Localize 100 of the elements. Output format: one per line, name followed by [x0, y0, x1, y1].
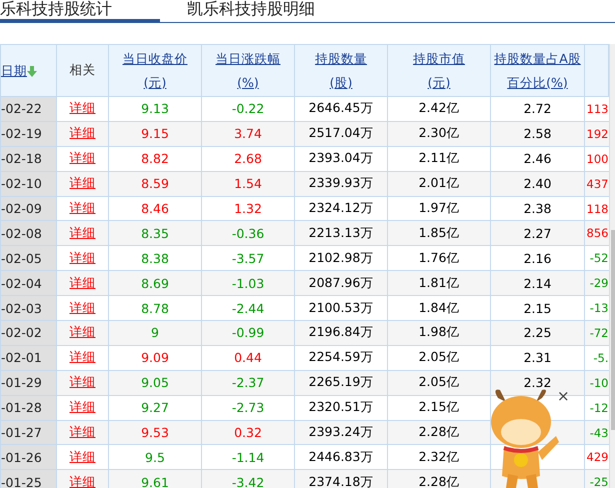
- shares-cell: 2254.59万: [308, 349, 374, 364]
- change-cell: 2.68: [234, 151, 262, 166]
- date-cell: -02-10: [2, 176, 42, 192]
- shares-cell: 2517.04万: [308, 125, 374, 140]
- price-cell: 9.5: [145, 450, 165, 465]
- percent-cell: 2.72: [524, 101, 552, 116]
- market-value-cell: 2.30亿: [418, 125, 460, 140]
- date-cell: -02-04: [2, 276, 42, 291]
- change-cell: 1.32: [234, 201, 262, 216]
- tab[interactable]: 乐科技持股统计: [0, 0, 160, 22]
- price-cell: 9.61: [141, 474, 169, 488]
- table-cell: -29: [590, 276, 608, 290]
- price-cell: 8.38: [141, 250, 169, 266]
- date-cell: -01-29: [2, 375, 42, 390]
- market-value-cell: 1.84亿: [418, 300, 460, 315]
- price-cell: 8.35: [141, 226, 169, 241]
- price-cell: 8.69: [141, 276, 169, 291]
- percent-cell: 2.14: [524, 276, 552, 291]
- shares-cell: 2393.04万: [308, 150, 374, 166]
- change-cell: -0.99: [232, 325, 264, 340]
- tab[interactable]: 凯乐科技持股明细: [187, 0, 315, 22]
- shares-cell: 2339.93万: [308, 175, 374, 190]
- date-cell: -02-08: [2, 226, 42, 241]
- percent-cell: 2.15: [524, 300, 552, 316]
- shares-cell: 2087.96万: [308, 274, 374, 290]
- price-cell: 9.15: [141, 126, 169, 142]
- shares-cell: 2374.18万: [308, 474, 374, 488]
- percent-cell: 2.58: [524, 126, 552, 142]
- shares-cell: 2102.98万: [308, 250, 374, 265]
- shares-cell: 2446.83万: [308, 448, 374, 464]
- change-cell: 0.32: [234, 425, 262, 440]
- percent-cell: 2.25: [524, 325, 552, 340]
- percent-cell: 2.16: [524, 250, 552, 266]
- shares-cell: 2646.45万: [308, 100, 374, 116]
- date-cell: -01-28: [2, 400, 42, 416]
- market-value-cell: 2.01亿: [418, 175, 460, 190]
- market-value-cell: 2.11亿: [418, 150, 460, 166]
- market-value-cell: 1.76亿: [418, 250, 460, 265]
- market-value-cell: 1.81亿: [418, 274, 460, 290]
- price-cell: 9: [151, 325, 159, 340]
- price-cell: 9.13: [141, 101, 169, 116]
- table-cell: 100: [586, 152, 608, 166]
- table-cell: 437: [586, 176, 608, 191]
- change-cell: 0.44: [234, 350, 262, 366]
- price-cell: 8.78: [141, 300, 169, 316]
- percent-cell: 2.27: [524, 226, 552, 241]
- date-cell: -02-18: [2, 151, 42, 166]
- price-cell: 8.82: [141, 151, 169, 166]
- shares-cell: 2393.24万: [308, 424, 374, 440]
- change-cell: 3.74: [234, 126, 262, 142]
- change-cell: -1.03: [232, 276, 264, 291]
- price-cell: 8.46: [141, 201, 169, 216]
- date-cell: -02-03: [2, 300, 42, 316]
- shares-cell: 2213.13万: [308, 224, 374, 240]
- shares-cell: 2100.53万: [308, 300, 374, 315]
- table-cell: -52: [590, 251, 608, 266]
- shares-cell: 2196.84万: [308, 324, 374, 340]
- table-cell: -25: [590, 475, 608, 488]
- change-cell: -2.73: [232, 400, 264, 416]
- table-cell: 192: [586, 126, 608, 141]
- percent-cell: 2.38: [524, 201, 552, 216]
- table-cell: -43: [590, 426, 608, 440]
- market-value-cell: 2.28亿: [418, 474, 460, 488]
- date-cell: -02-22: [2, 101, 42, 116]
- table-cell: -12: [590, 400, 608, 415]
- market-value-cell: 1.85亿: [418, 224, 460, 240]
- market-value-cell: 2.42亿: [418, 100, 460, 116]
- table-cell: 856: [586, 226, 608, 240]
- change-cell: -2.37: [232, 375, 264, 390]
- table-cell: -72: [590, 326, 608, 340]
- change-cell: -0.36: [232, 226, 264, 241]
- date-cell: -01-26: [2, 450, 42, 465]
- price-cell: 9.05: [141, 375, 169, 390]
- percent-cell: 2.46: [524, 151, 552, 166]
- shares-cell: 2320.51万: [308, 399, 374, 414]
- change-cell: -3.57: [232, 250, 264, 266]
- table-cell: 113: [586, 102, 608, 116]
- percent-cell: 2.32: [524, 375, 552, 390]
- change-cell: -0.22: [232, 101, 264, 116]
- table-cell: 429: [586, 450, 608, 464]
- price-cell: 9.27: [141, 400, 169, 416]
- table-cell: -5.: [593, 350, 608, 365]
- close-button[interactable]: ×: [557, 388, 570, 404]
- market-value-cell: 1.97亿: [418, 200, 460, 215]
- market-value-cell: 2.05亿: [418, 349, 460, 364]
- percent-cell: 2.31: [524, 350, 552, 366]
- change-cell: -3.42: [232, 474, 264, 488]
- price-cell: 9.53: [141, 425, 169, 440]
- table-cell: -10: [590, 376, 608, 390]
- market-value-cell: 2.32亿: [418, 448, 460, 464]
- date-cell: -02-19: [2, 126, 42, 142]
- date-cell: -01-27: [2, 425, 42, 440]
- table-cell: 118: [586, 202, 608, 216]
- scrollbar[interactable]: [609, 44, 615, 488]
- change-cell: 1.54: [234, 176, 262, 192]
- date-cell: -02-05: [2, 250, 42, 266]
- shares-cell: 2265.19万: [308, 374, 374, 390]
- market-value-cell: 2.05亿: [418, 374, 460, 390]
- market-value-cell: 2.15亿: [418, 399, 460, 414]
- market-value-cell: 2.28亿: [418, 424, 460, 440]
